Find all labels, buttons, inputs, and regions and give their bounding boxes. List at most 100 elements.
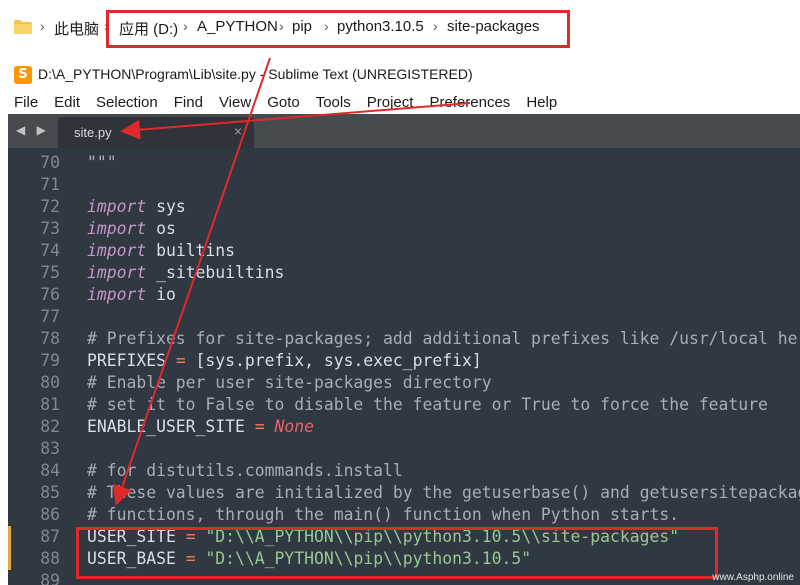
code-line: 72 import sys bbox=[8, 196, 800, 218]
line-number: 80 bbox=[40, 373, 60, 392]
menu-help[interactable]: Help bbox=[526, 94, 557, 111]
code-token: # Prefixes for site-packages; add additi… bbox=[87, 329, 800, 348]
menu-project[interactable]: Project bbox=[367, 94, 414, 111]
close-icon[interactable]: × bbox=[234, 123, 242, 139]
code-line: 76 import io bbox=[8, 284, 800, 306]
menu-goto[interactable]: Goto bbox=[267, 94, 300, 111]
window-title-bar: S D:\A_PYTHON\Program\Lib\site.py - Subl… bbox=[0, 60, 800, 90]
code-text: import _sitebuiltins bbox=[87, 262, 284, 284]
folder-icon bbox=[14, 20, 32, 34]
code-token: # set it to False to disable the feature… bbox=[87, 395, 768, 414]
code-text: # for distutils.commands.install bbox=[87, 460, 403, 482]
line-number: 85 bbox=[40, 483, 60, 502]
menu-file[interactable]: File bbox=[14, 94, 38, 111]
code-line: 79 PREFIXES = [sys.prefix, sys.exec_prefi… bbox=[8, 350, 800, 372]
line-number: 81 bbox=[40, 395, 60, 414]
code-line: 74 import builtins bbox=[8, 240, 800, 262]
code-token: import bbox=[87, 241, 147, 260]
code-text: PREFIXES = [sys.prefix, sys.exec_prefix] bbox=[87, 350, 482, 372]
user-site-highlight-box bbox=[76, 527, 718, 579]
code-line: 77 bbox=[8, 306, 800, 328]
code-line: 81 # set it to False to disable the featu… bbox=[8, 394, 800, 416]
line-number: 79 bbox=[40, 351, 60, 370]
code-line: 80 # Enable per user site-packages direct… bbox=[8, 372, 800, 394]
path-highlight-box bbox=[106, 10, 570, 48]
line-number: 74 bbox=[40, 241, 60, 260]
code-line: 86 # functions, through the main() functi… bbox=[8, 504, 800, 526]
line-number: 83 bbox=[40, 439, 60, 458]
breadcrumb-this-pc[interactable]: 此电脑 bbox=[54, 18, 99, 39]
line-number: 75 bbox=[40, 263, 60, 282]
code-editor[interactable]: 70 """ 71 72 import sys 73 import os 74 import b… bbox=[8, 148, 800, 585]
code-token: import bbox=[87, 219, 147, 238]
menu-selection[interactable]: Selection bbox=[96, 94, 158, 111]
code-text: import os bbox=[87, 218, 176, 240]
line-number: 71 bbox=[40, 175, 60, 194]
code-token: _sitebuiltins bbox=[146, 263, 285, 282]
code-text: import io bbox=[87, 284, 176, 306]
tab-nav-arrows-icon[interactable]: ◀ ▶ bbox=[16, 123, 50, 137]
line-number: 70 bbox=[40, 153, 60, 172]
code-token: None bbox=[274, 417, 314, 436]
code-text: """ bbox=[87, 152, 117, 174]
sublime-text-icon: S bbox=[14, 66, 32, 84]
code-text: # Enable per user site-packages director… bbox=[87, 372, 492, 394]
code-line: 82 ENABLE_USER_SITE = None bbox=[8, 416, 800, 438]
modified-line-marker bbox=[8, 526, 11, 548]
menu-edit[interactable]: Edit bbox=[54, 94, 80, 111]
line-number: 87 bbox=[40, 527, 60, 546]
line-number: 86 bbox=[40, 505, 60, 524]
code-token: builtins bbox=[146, 241, 236, 260]
code-line: 71 bbox=[8, 174, 800, 196]
tab-bar: ◀ ▶ site.py × bbox=[8, 114, 800, 148]
code-token: import bbox=[87, 263, 147, 282]
menu-bar: File Edit Selection Find View Goto Tools… bbox=[0, 90, 800, 114]
code-line: 83 bbox=[8, 438, 800, 460]
line-number: 77 bbox=[40, 307, 60, 326]
code-text: # These values are initialized by the ge… bbox=[87, 482, 800, 504]
menu-tools[interactable]: Tools bbox=[316, 94, 351, 111]
watermark: www.Asphp.online bbox=[712, 572, 794, 583]
line-number: 84 bbox=[40, 461, 60, 480]
code-text: # Prefixes for site-packages; add additi… bbox=[87, 328, 800, 350]
line-number: 72 bbox=[40, 197, 60, 216]
code-token: import bbox=[87, 285, 147, 304]
code-token: # Enable per user site-packages director… bbox=[87, 373, 492, 392]
code-text: ENABLE_USER_SITE = None bbox=[87, 416, 314, 438]
menu-view[interactable]: View bbox=[219, 94, 251, 111]
menu-preferences[interactable]: Preferences bbox=[429, 94, 510, 111]
code-token: = bbox=[175, 351, 186, 370]
tab-site-py[interactable]: site.py × bbox=[58, 117, 254, 148]
line-number: 89 bbox=[40, 571, 60, 585]
code-line: 85 # These values are initialized by the … bbox=[8, 482, 800, 504]
menu-find[interactable]: Find bbox=[174, 94, 203, 111]
line-number: 73 bbox=[40, 219, 60, 238]
code-text: # functions, through the main() function… bbox=[87, 504, 679, 526]
code-token: # functions, through the main() function… bbox=[87, 505, 680, 524]
code-token: sys bbox=[146, 197, 186, 216]
window-title: D:\A_PYTHON\Program\Lib\site.py - Sublim… bbox=[38, 66, 473, 82]
code-line: 78 # Prefixes for site-packages; add addi… bbox=[8, 328, 800, 350]
line-number: 88 bbox=[40, 549, 60, 568]
explorer-address-bar[interactable]: › 此电脑 › 应用 (D:) › A_PYTHON › pip › pytho… bbox=[0, 0, 800, 58]
code-token: os bbox=[146, 219, 176, 238]
code-text: import builtins bbox=[87, 240, 235, 262]
code-token: io bbox=[146, 285, 176, 304]
code-line: 84 # for distutils.commands.install bbox=[8, 460, 800, 482]
line-number: 78 bbox=[40, 329, 60, 348]
chevron-right-icon: › bbox=[40, 18, 45, 34]
code-token: ENABLE_USER_SITE bbox=[87, 417, 255, 436]
tab-label: site.py bbox=[74, 125, 112, 140]
code-token: import bbox=[87, 197, 147, 216]
code-line: 73 import os bbox=[8, 218, 800, 240]
code-token: """ bbox=[87, 153, 117, 172]
code-token: = bbox=[254, 417, 265, 436]
code-line: 75 import _sitebuiltins bbox=[8, 262, 800, 284]
code-token: PREFIXES bbox=[87, 351, 176, 370]
code-line: 70 """ bbox=[8, 152, 800, 174]
code-token: [sys.prefix, sys.exec_prefix] bbox=[185, 351, 482, 370]
code-token: # for distutils.commands.install bbox=[87, 461, 403, 480]
line-number: 76 bbox=[40, 285, 60, 304]
code-text: # set it to False to disable the feature… bbox=[87, 394, 768, 416]
